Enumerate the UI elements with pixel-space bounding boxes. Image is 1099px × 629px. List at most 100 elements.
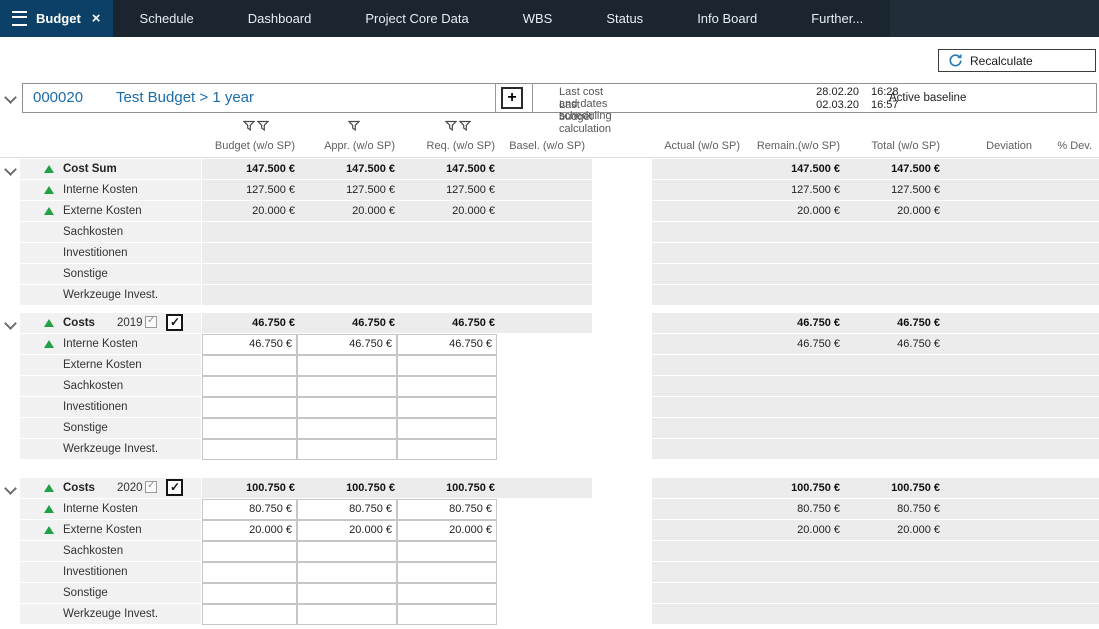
tab-schedule[interactable]: Schedule — [113, 0, 221, 37]
editable-cell-budget[interactable] — [202, 418, 297, 439]
year-checkbox[interactable]: ✓ — [166, 479, 183, 496]
editable-cell-appr[interactable] — [297, 541, 397, 562]
recalculate-button[interactable]: Recalculate — [938, 49, 1096, 72]
filter-icon[interactable] — [445, 120, 471, 133]
value-appr: 147.500 € — [305, 159, 395, 179]
expand-chevron-icon[interactable] — [4, 317, 17, 330]
editable-cell-appr[interactable] — [297, 376, 397, 397]
editable-cell-budget[interactable] — [202, 397, 297, 418]
editable-cell-budget[interactable] — [202, 439, 297, 460]
year-checkbox-small[interactable]: ✓ — [145, 481, 157, 493]
value-remain: 147.500 € — [750, 159, 840, 179]
editable-cell-budget[interactable] — [202, 355, 297, 376]
filter-icon[interactable] — [348, 120, 360, 133]
value-req: 46.750 € — [405, 313, 495, 333]
editable-cell-req[interactable] — [397, 355, 497, 376]
table-row: Sachkosten — [0, 376, 1099, 397]
row-label: Werkzeuge Invest. — [63, 604, 158, 624]
editable-cell-req[interactable] — [397, 397, 497, 418]
editable-cell-req[interactable] — [397, 604, 497, 625]
editable-cell-budget[interactable]: 46.750 € — [202, 334, 297, 355]
tab-bar: Budget × ScheduleDashboardProject Core D… — [0, 0, 1099, 37]
value-total: 46.750 € — [850, 313, 940, 333]
editable-cell-appr[interactable]: 20.000 € — [297, 520, 397, 541]
year-checkbox[interactable]: ✓ — [166, 314, 183, 331]
column-header-remain[interactable]: Remain.(w/o SP) — [730, 140, 840, 152]
editable-cell-req[interactable] — [397, 562, 497, 583]
collapse-project-chevron-icon[interactable] — [4, 91, 17, 104]
row-label: Werkzeuge Invest. — [63, 285, 158, 305]
editable-cell-req[interactable] — [397, 439, 497, 460]
editable-cell-appr[interactable] — [297, 583, 397, 604]
readonly-band-right — [652, 285, 1099, 305]
value-budget: 100.750 € — [205, 478, 295, 498]
editable-cell-budget[interactable]: 80.750 € — [202, 499, 297, 520]
editable-cell-req[interactable]: 80.750 € — [397, 499, 497, 520]
cell-value: 46.750 € — [398, 335, 496, 354]
value-total: 127.500 € — [850, 180, 940, 200]
tab-further[interactable]: Further... — [784, 0, 890, 37]
row-label: Cost Sum — [63, 159, 117, 179]
year-checkbox-small[interactable]: ✓ — [145, 316, 157, 328]
readonly-band-left — [202, 222, 592, 242]
editable-cell-appr[interactable] — [297, 355, 397, 376]
tab-label: Budget — [36, 11, 81, 26]
value-remain: 80.750 € — [750, 499, 840, 519]
expand-chevron-icon[interactable] — [4, 163, 17, 176]
close-tab-icon[interactable]: × — [92, 11, 101, 26]
table-row: Costs2019✓✓46.750 €46.750 €46.750 €46.75… — [0, 313, 1099, 334]
value-remain: 20.000 € — [750, 520, 840, 540]
tab-strip: ScheduleDashboardProject Core DataWBSSta… — [113, 0, 891, 37]
editable-cell-budget[interactable] — [202, 583, 297, 604]
editable-cell-budget[interactable]: 20.000 € — [202, 520, 297, 541]
menu-icon[interactable] — [12, 11, 27, 26]
tab-project-core-data[interactable]: Project Core Data — [338, 0, 495, 37]
editable-cell-req[interactable]: 46.750 € — [397, 334, 497, 355]
table-row: Sachkosten — [0, 541, 1099, 562]
row-label: Interne Kosten — [63, 499, 138, 519]
status-triangle-icon — [44, 319, 54, 327]
row-label: Werkzeuge Invest. — [63, 439, 158, 459]
editable-cell-appr[interactable]: 46.750 € — [297, 334, 397, 355]
editable-cell-budget[interactable] — [202, 541, 297, 562]
tab-status[interactable]: Status — [579, 0, 670, 37]
column-header-appr[interactable]: Appr. (w/o SP) — [285, 140, 395, 152]
editable-cell-appr[interactable] — [297, 439, 397, 460]
tab-dashboard[interactable]: Dashboard — [221, 0, 339, 37]
column-header-pdev[interactable]: % Dev. — [982, 140, 1092, 152]
project-name[interactable]: Test Budget > 1 year — [116, 84, 254, 112]
editable-cell-req[interactable] — [397, 583, 497, 604]
editable-cell-appr[interactable] — [297, 562, 397, 583]
table-row: Sonstige — [0, 264, 1099, 285]
year-label: 2019 — [117, 313, 143, 333]
expand-chevron-icon[interactable] — [4, 482, 17, 495]
readonly-band-right — [652, 264, 1099, 284]
value-total: 100.750 € — [850, 478, 940, 498]
editable-cell-budget[interactable] — [202, 376, 297, 397]
editable-cell-appr[interactable] — [297, 418, 397, 439]
add-button[interactable]: + — [501, 87, 523, 109]
project-number[interactable]: 000020 — [33, 84, 83, 112]
column-header-basel[interactable]: Basel. (w/o SP) — [475, 140, 585, 152]
editable-cell-req[interactable] — [397, 541, 497, 562]
table-row: Cost Sum147.500 €147.500 €147.500 €147.5… — [0, 159, 1099, 180]
row-label: Sonstige — [63, 264, 108, 284]
header-divider — [0, 157, 1099, 158]
editable-cell-budget[interactable] — [202, 562, 297, 583]
column-header-budget[interactable]: Budget (w/o SP) — [185, 140, 295, 152]
editable-cell-req[interactable] — [397, 376, 497, 397]
editable-cell-appr[interactable] — [297, 604, 397, 625]
row-label: Externe Kosten — [63, 201, 142, 221]
filter-icon[interactable] — [243, 120, 269, 133]
editable-cell-req[interactable] — [397, 418, 497, 439]
editable-cell-req[interactable]: 20.000 € — [397, 520, 497, 541]
table-row: Sachkosten — [0, 222, 1099, 243]
tab-info-board[interactable]: Info Board — [670, 0, 784, 37]
tab-wbs[interactable]: WBS — [496, 0, 580, 37]
tab-budget[interactable]: Budget × — [0, 0, 113, 37]
editable-cell-appr[interactable]: 80.750 € — [297, 499, 397, 520]
editable-cell-budget[interactable] — [202, 604, 297, 625]
table-row: Interne Kosten80.750 €80.750 €80.750 €80… — [0, 499, 1099, 520]
editable-cell-appr[interactable] — [297, 397, 397, 418]
column-header-actual[interactable]: Actual (w/o SP) — [630, 140, 740, 152]
